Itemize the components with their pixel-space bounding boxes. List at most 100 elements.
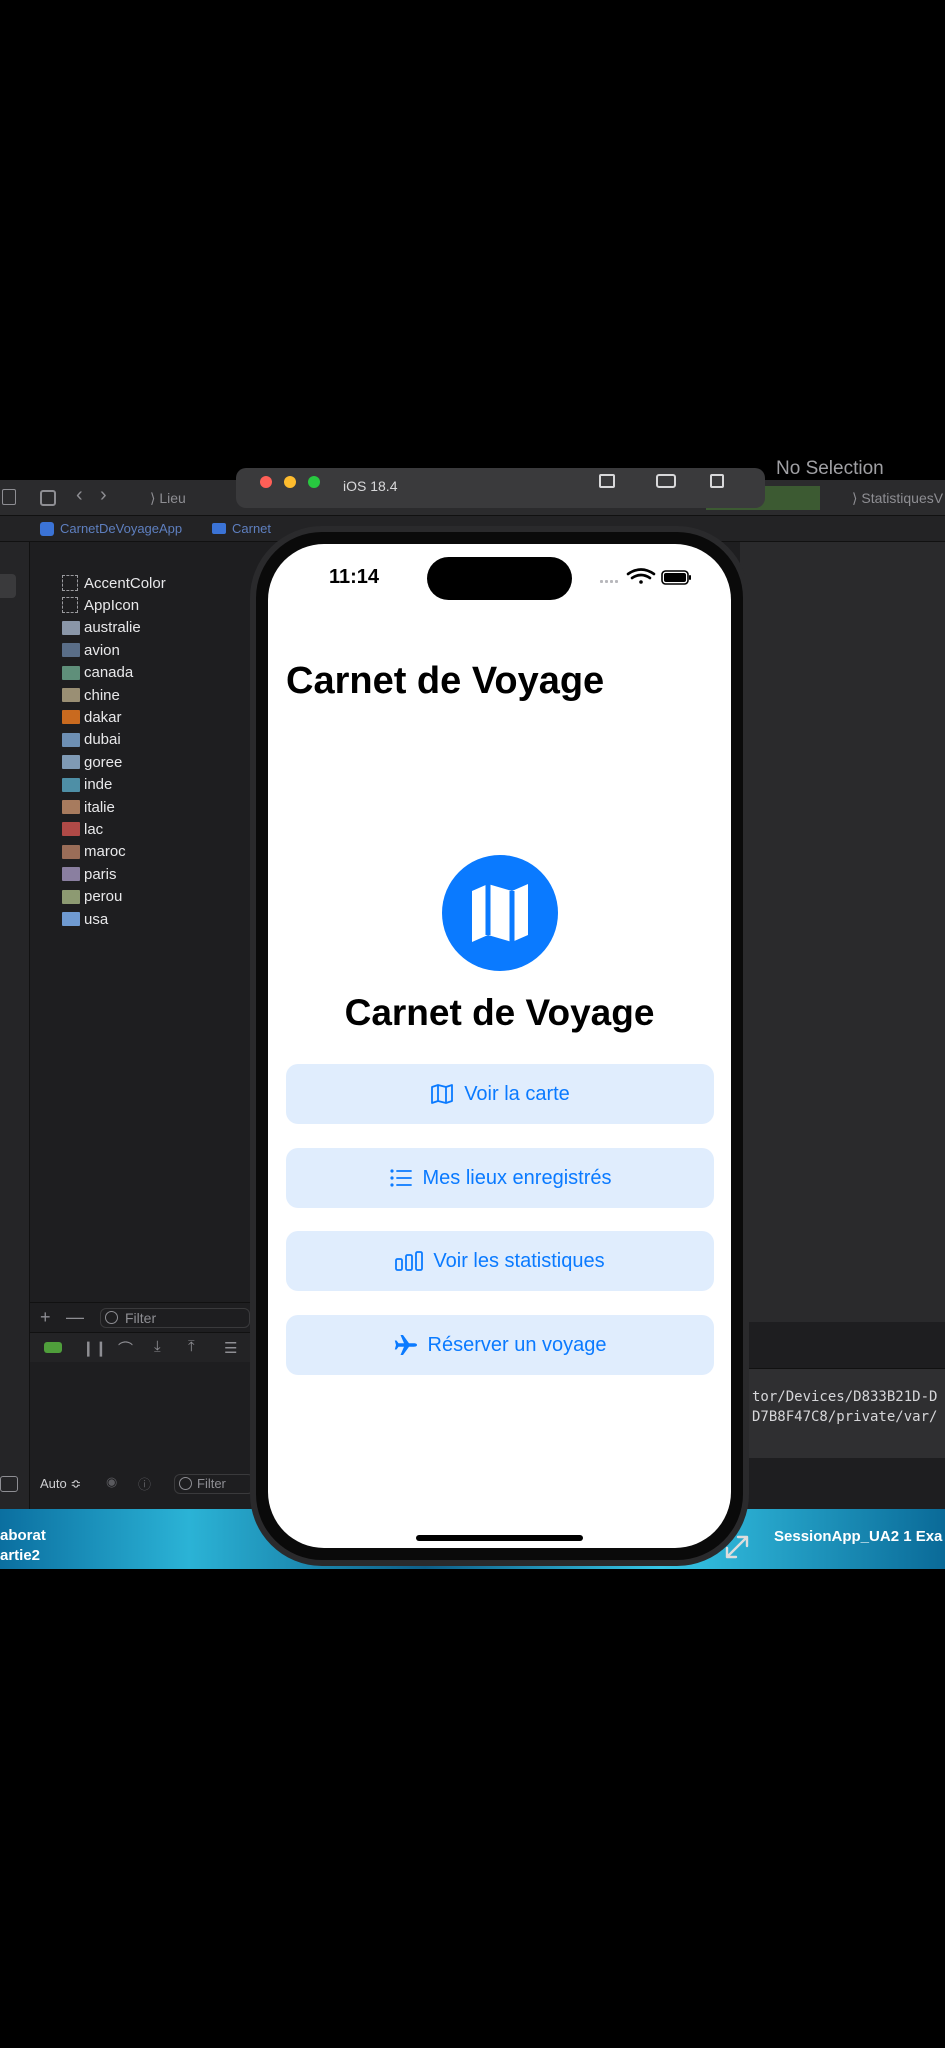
cellular-signal-icon (600, 580, 618, 583)
pause-icon[interactable]: ❙❙ (82, 1339, 107, 1357)
info-icon[interactable]: ⓘ (138, 1474, 151, 1493)
asset-item-label: chine (84, 686, 120, 704)
asset-item[interactable]: chine (62, 684, 120, 706)
voir-la-carte-label: Voir la carte (464, 1082, 570, 1105)
home-indicator[interactable] (416, 1535, 583, 1541)
tab-lieu[interactable]: ⟩ Lieu (150, 486, 186, 510)
battery-icon (661, 570, 691, 585)
asset-item[interactable]: AppIcon (62, 594, 139, 616)
view-hierarchy-icon[interactable]: ☰ (224, 1339, 237, 1357)
asset-item[interactable]: dakar (62, 706, 122, 728)
back-icon[interactable]: ‹ (76, 484, 83, 507)
asset-item[interactable]: usa (62, 908, 108, 930)
asset-item[interactable]: paris (62, 863, 117, 885)
airplane-icon (394, 1335, 417, 1355)
status-time: 11:14 (329, 566, 380, 588)
console-filter-icon (179, 1477, 192, 1490)
mes-lieux-button[interactable]: Mes lieux enregistrés (286, 1148, 714, 1208)
close-window-icon[interactable] (260, 476, 272, 488)
asset-item-label: maroc (84, 843, 126, 861)
step-out-icon[interactable]: ⤒ (188, 1338, 195, 1355)
add-icon[interactable]: + (40, 1307, 51, 1328)
eye-icon[interactable]: ◉ (106, 1474, 117, 1490)
asset-item-label: australie (84, 619, 141, 637)
status-indicators (600, 568, 691, 585)
asset-item[interactable]: inde (62, 774, 112, 796)
asset-item[interactable]: lac (62, 818, 103, 840)
asset-item[interactable]: dubai (62, 729, 121, 751)
chart-bars-icon (395, 1251, 424, 1271)
image-thumbnail-icon (62, 755, 80, 770)
resize-handle-icon[interactable] (724, 1534, 750, 1560)
breadcrumb-folder[interactable]: Carnet (232, 516, 271, 542)
image-thumbnail-icon (62, 889, 80, 904)
home-button-icon[interactable] (599, 474, 615, 488)
image-thumbnail-icon (62, 732, 80, 747)
asset-item[interactable]: goree (62, 751, 122, 773)
breadcrumb-project[interactable]: CarnetDeVoyageApp (60, 516, 182, 542)
list-icon (389, 1169, 412, 1187)
image-thumbnail-icon (62, 800, 80, 814)
console-filter-field[interactable]: Filter (174, 1474, 254, 1494)
console-line: tor/Devices/D833B21D-D (752, 1389, 938, 1405)
console-line: D7B8F47C8/private/var/ (752, 1409, 938, 1425)
asset-item[interactable]: maroc (62, 841, 126, 863)
step-in-icon[interactable]: ⤓ (154, 1338, 161, 1355)
reserver-voyage-button[interactable]: Réserver un voyage (286, 1315, 714, 1375)
simulator-os-label: iOS 18.4 (343, 478, 398, 494)
debug-bar: ❙❙ ⌒ ⤓ ⤒ ☰ (30, 1332, 252, 1362)
desktop-item-label-left-2: artie2 (0, 1547, 41, 1564)
asset-item-label: paris (84, 865, 117, 883)
breakpoints-icon[interactable] (44, 1342, 62, 1353)
asset-item-label: avion (84, 641, 120, 659)
remove-icon[interactable]: — (66, 1307, 84, 1328)
image-thumbnail-icon (62, 867, 80, 882)
grid-icon[interactable] (40, 490, 56, 506)
voir-la-carte-button[interactable]: Voir la carte (286, 1064, 714, 1124)
desktop-item-label-right: SessionApp_UA2 1 Exa (774, 1528, 943, 1545)
dynamic-island (427, 557, 572, 600)
filter-field[interactable]: Filter (100, 1308, 250, 1328)
step-over-icon[interactable]: ⌒ (118, 1338, 133, 1359)
asset-item-label: canada (84, 664, 134, 682)
minimize-window-icon[interactable] (284, 476, 296, 488)
screenshot-icon[interactable] (656, 474, 676, 488)
voir-statistiques-button[interactable]: Voir les statistiques (286, 1231, 714, 1291)
asset-item-label: AppIcon (84, 596, 140, 614)
asset-item-label: dakar (84, 708, 122, 726)
image-thumbnail-icon (62, 844, 80, 859)
asset-item-label: dubai (84, 731, 121, 749)
filter-icon (105, 1311, 118, 1324)
nav-large-title: Carnet de Voyage (286, 660, 605, 702)
asset-item[interactable]: avion (62, 639, 120, 661)
console-toggle-icon[interactable] (0, 1476, 18, 1492)
asset-item-label: italie (84, 798, 115, 816)
asset-filter-bar: + — Filter (30, 1302, 252, 1332)
tab-statistiques[interactable]: ⟩ StatistiquesV (852, 486, 943, 510)
map-icon (431, 1084, 454, 1104)
zoom-window-icon[interactable] (308, 476, 320, 488)
asset-item-label: perou (84, 888, 123, 906)
asset-item[interactable]: perou (62, 886, 122, 908)
map-icon (472, 884, 528, 942)
forward-icon[interactable]: › (100, 484, 107, 507)
app-headline: Carnet de Voyage (344, 992, 655, 1033)
asset-item[interactable]: australie (62, 617, 141, 639)
mode-select[interactable]: Auto ≎ (40, 1476, 81, 1492)
inspector-panel (740, 542, 945, 1322)
image-thumbnail-icon (62, 620, 80, 635)
asset-item-label: AccentColor (84, 574, 166, 592)
image-thumbnail-icon (62, 688, 80, 702)
sidebar-toggle-icon[interactable] (2, 489, 16, 505)
project-icon (40, 522, 54, 536)
asset-item[interactable]: italie (62, 796, 115, 818)
color-set-icon (62, 575, 78, 591)
asset-item[interactable]: canada (62, 662, 133, 684)
app-icon-set-icon (62, 597, 78, 614)
asset-item[interactable]: AccentColor (62, 572, 166, 594)
rotate-icon[interactable] (710, 474, 724, 488)
image-thumbnail-icon (62, 665, 80, 680)
xcode-left-strip (0, 542, 30, 1509)
image-thumbnail-icon (62, 912, 80, 926)
selected-row-marker (0, 574, 16, 598)
